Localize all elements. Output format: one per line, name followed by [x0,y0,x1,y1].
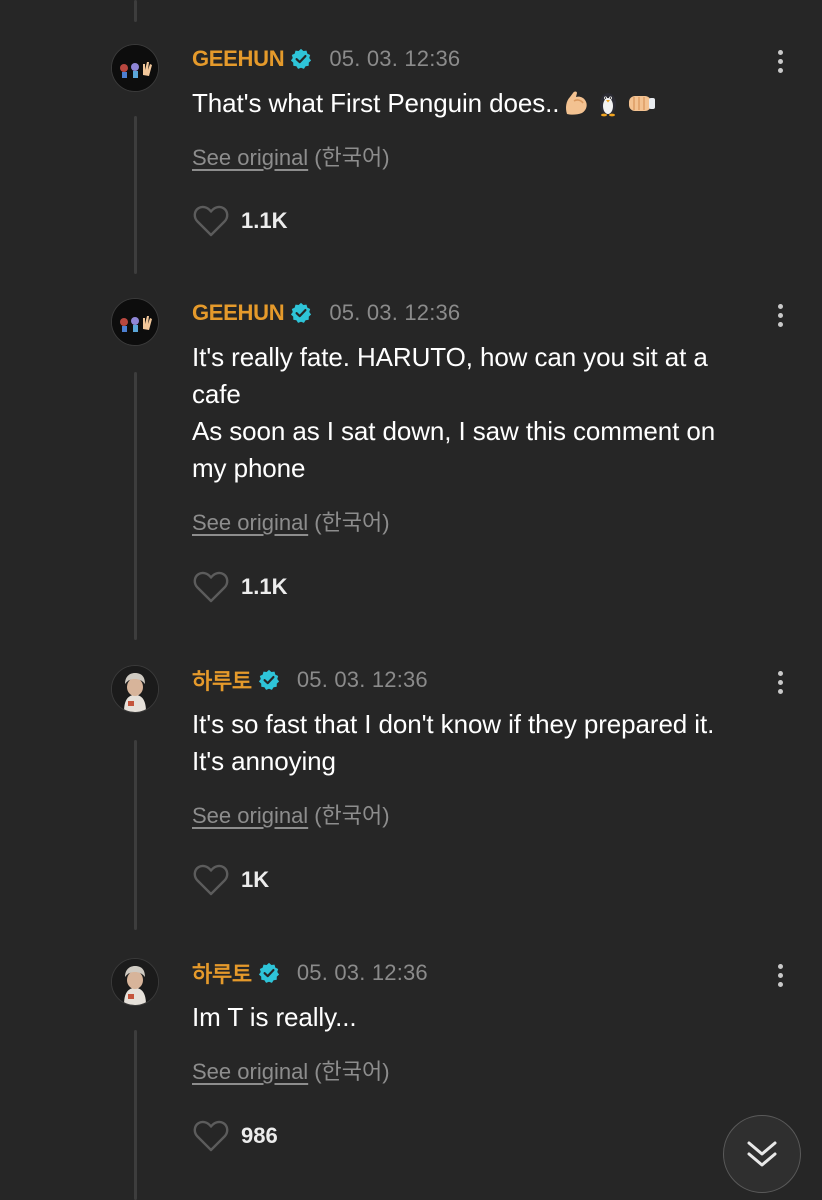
see-original-row: See original (한국어) [192,798,390,830]
comment-text: It's really fate. HARUTO, how can you si… [192,339,782,487]
heart-icon[interactable] [192,570,230,604]
comment-header: 하루토 05. 03. 12:36 [192,958,428,988]
avatar[interactable] [111,44,159,92]
see-original-link[interactable]: See original [192,510,308,535]
see-original-row: See original (한국어) [192,505,390,537]
heart-icon[interactable] [192,204,230,238]
thread-line [134,740,137,930]
comment-text-line: Im T is really... [192,1002,357,1032]
verified-badge-icon [258,669,280,691]
see-original-row: See original (한국어) [192,1054,390,1086]
comment-text-line: That's what First Penguin does.. [192,88,560,118]
heart-icon[interactable] [192,863,230,897]
see-original-row: See original (한국어) [192,140,390,172]
see-original-link[interactable]: See original [192,145,308,170]
comment-text-line: It's really fate. HARUTO, how can you si… [192,342,708,372]
comment-text-line: It's so fast that I don't know if they p… [192,709,715,739]
flexed-biceps-emoji [561,88,591,118]
comment-timestamp: 05. 03. 12:36 [296,960,428,985]
see-original-link[interactable]: See original [192,803,308,828]
comment-text-line: my phone [192,453,306,483]
like-count: 986 [241,1123,278,1148]
comment-timestamp: 05. 03. 12:36 [329,300,461,325]
thread-line [134,0,137,22]
thread-line [134,1030,137,1200]
original-language: (한국어) [314,145,390,170]
like-count: 1.1K [241,574,288,599]
comment-timestamp: 05. 03. 12:36 [296,667,428,692]
like-row: 1.1K [192,569,287,605]
comment-header: GEEHUN 05. 03. 12:36 [192,44,460,74]
avatar[interactable] [111,298,159,346]
author-name[interactable]: 하루토 [192,664,252,696]
scroll-to-bottom-button[interactable] [723,1115,801,1193]
comment-timestamp: 05. 03. 12:36 [329,46,461,71]
like-count: 1K [241,867,270,892]
comment-text: That's what First Penguin does.. [192,85,782,122]
penguin-emoji [593,88,623,118]
thread-line [134,372,137,640]
comment-header: 하루토 05. 03. 12:36 [192,665,428,695]
more-options-icon[interactable] [764,298,796,332]
comment-text: Im T is really... [192,999,782,1036]
comment-text: It's so fast that I don't know if they p… [192,706,782,780]
more-options-icon[interactable] [764,958,796,992]
heart-icon[interactable] [192,1119,230,1153]
verified-badge-icon [290,302,312,324]
like-count: 1.1K [241,208,288,233]
verified-badge-icon [258,962,280,984]
comment-text-line: It's annoying [192,746,336,776]
more-options-icon[interactable] [764,44,796,78]
like-row: 986 [192,1118,278,1154]
avatar[interactable] [111,958,159,1006]
comment-text-line: cafe [192,379,241,409]
double-chevron-down-icon [745,1139,779,1169]
author-name[interactable]: 하루토 [192,957,252,989]
original-language: (한국어) [314,510,390,535]
author-name[interactable]: GEEHUN [192,300,285,326]
comment-header: GEEHUN 05. 03. 12:36 [192,298,460,328]
author-name[interactable]: GEEHUN [192,46,285,72]
verified-badge-icon [290,48,312,70]
original-language: (한국어) [314,1059,390,1084]
left-facing-fist-emoji [625,88,657,118]
like-row: 1.1K [192,203,287,239]
original-language: (한국어) [314,803,390,828]
see-original-link[interactable]: See original [192,1059,308,1084]
like-row: 1K [192,862,269,898]
comment-text-line: As soon as I sat down, I saw this commen… [192,416,716,446]
avatar[interactable] [111,665,159,713]
more-options-icon[interactable] [764,665,796,699]
thread-line [134,116,137,274]
